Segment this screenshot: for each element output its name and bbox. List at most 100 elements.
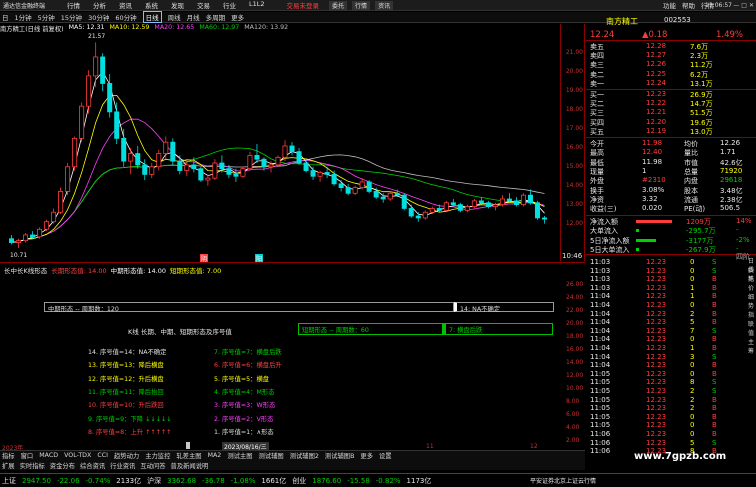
period-tab-2[interactable]: 5分钟 [38, 12, 55, 22]
indicator-tab-7[interactable]: 轧差主图 [176, 451, 201, 460]
period-tab-10[interactable]: 更多 [231, 12, 244, 22]
indicator-tab-13[interactable]: 更多 [360, 451, 373, 460]
sub-axis-tick: 6.00 [566, 411, 580, 418]
period-tab-6[interactable]: 日线 [142, 11, 162, 23]
right-tab-3[interactable]: 价 [748, 283, 756, 292]
extension-tab-3[interactable]: 综合资讯 [80, 461, 105, 470]
cell: 12.26 [646, 60, 667, 69]
quick-button-0[interactable]: 委托 [329, 0, 348, 10]
cell: B [712, 283, 717, 292]
cell: 0 [690, 412, 695, 421]
sell-level: 卖四 12.27 2.3万 [586, 51, 756, 60]
period-tab-4[interactable]: 30分钟 [88, 12, 109, 22]
indicator-tab-14[interactable]: 设置 [379, 451, 392, 460]
right-tab-7[interactable]: 联 [748, 319, 756, 328]
sequence-item: 2. 序号值=2：V形态 [214, 415, 274, 423]
indicator-tab-9[interactable]: 测试主图 [227, 451, 252, 460]
price-tick: 12.00 [565, 219, 583, 227]
cell: S [712, 378, 717, 387]
quote-row: 换手 3.08% 股本 3.48亿 [586, 186, 756, 195]
candle-body [324, 172, 330, 175]
right-tab-9[interactable]: 主 [748, 337, 756, 346]
cell: 12.23 [646, 378, 667, 387]
right-tab-4[interactable]: 细 [748, 292, 756, 301]
sell-level: 卖三 12.26 11.2万 [586, 60, 756, 69]
extension-tab-4[interactable]: 行业资讯 [110, 461, 135, 470]
indicator-tab-3[interactable]: VOL-TDX [64, 452, 91, 459]
menu-item-2[interactable]: 资讯 [119, 0, 132, 10]
right-tab-8[interactable]: 值 [748, 328, 756, 337]
sub-axis-tick: 12.00 [566, 372, 584, 379]
quick-button-2[interactable]: 资讯 [375, 0, 394, 10]
menu-item-0[interactable]: 行情 [67, 0, 80, 10]
menu-item-6[interactable]: 行业 [223, 0, 236, 10]
indicator-tab-5[interactable]: 趋势动力 [114, 451, 139, 460]
menu-item-7[interactable]: L1L2 [249, 0, 265, 10]
indicator-tab-1[interactable]: 窗口 [21, 451, 34, 460]
extension-tab-6[interactable]: 普及新闻说明 [171, 461, 209, 470]
right-menu-1[interactable]: 帮助 [682, 0, 695, 10]
maximize-icon[interactable]: □ [741, 2, 747, 9]
cell: 2 [690, 387, 695, 395]
cell: 12.23 [646, 369, 667, 378]
kline-chart[interactable] [0, 24, 585, 261]
right-tab-10[interactable]: 筹 [748, 346, 756, 355]
menu-item-3[interactable]: 系统 [145, 0, 158, 10]
extension-tab-0[interactable]: 扩展 [2, 461, 15, 470]
period-tab-9[interactable]: 多周期 [206, 12, 226, 22]
period-tab-5[interactable]: 60分钟 [115, 12, 136, 22]
period-tab-7[interactable]: 周线 [168, 12, 181, 22]
cell: 11:03 [590, 258, 611, 266]
period-tab-0[interactable]: 日 [2, 12, 9, 22]
trade-login-alert[interactable]: 交易未登录 [287, 0, 320, 10]
menu-item-5[interactable]: 交易 [197, 0, 210, 10]
divider [586, 215, 756, 216]
indicator-tab-11[interactable]: 测试辅图2 [290, 451, 319, 460]
indicator-tab-6[interactable]: 主力监控 [145, 451, 170, 460]
buy-level: 买三 12.21 51.5万 [586, 108, 756, 117]
indicator-tab-12[interactable]: 测试辅图B [325, 451, 355, 460]
sub-axis-tick: 20.00 [566, 320, 584, 327]
buy-level: 买四 12.20 19.6万 [586, 118, 756, 127]
sub-axis-tick: 4.00 [566, 424, 580, 431]
right-menu-0[interactable]: 功能 [663, 0, 676, 10]
candle-body [16, 240, 22, 243]
close-icon[interactable]: ✕ [749, 2, 754, 9]
title-bar: 通达信金融终端 行情 分析 资讯 系统 发现 交易 行业 L1L2 交易未登录 委托 行情 资讯 … [0, 0, 756, 11]
indicator-tab-4[interactable]: CCI [97, 452, 108, 459]
candle-body [534, 202, 540, 219]
sub-axis-tick: 8.00 [566, 398, 580, 405]
period-tab-1[interactable]: 1分钟 [15, 12, 32, 22]
right-tab-5[interactable]: 势 [748, 301, 756, 310]
cell: 11:05 [590, 395, 611, 404]
extension-tab-5[interactable]: 互动问答 [140, 461, 165, 470]
indicator-tab-2[interactable]: MACD [39, 452, 58, 459]
extension-tab-2[interactable]: 资金分布 [50, 461, 75, 470]
cell: B [712, 344, 717, 352]
sub-title: 长中长K线形态 [4, 267, 48, 275]
right-tab-0[interactable]: 日线 [748, 256, 756, 274]
indicator-tab-0[interactable]: 指标 [2, 451, 15, 460]
quote-row: 最低 11.98 市值 42.6亿 [586, 158, 756, 167]
sequence-item: 13. 序号值=13：降后横盘 [88, 362, 164, 370]
period-tab-3[interactable]: 15分钟 [61, 12, 82, 22]
right-tab-1[interactable]: 委托 [748, 265, 756, 283]
cell: 1 [690, 292, 695, 301]
menu-item-4[interactable]: 发现 [171, 0, 184, 10]
window-controls: — □ ✕ [733, 2, 754, 9]
right-tab-6[interactable]: 指 [748, 310, 756, 319]
buy-level: 买五 12.19 13.0万 [586, 127, 756, 136]
right-tab-2[interactable]: 笔 [748, 274, 756, 283]
indicator-tab-8[interactable]: MA2 [208, 452, 222, 459]
candle-body [373, 190, 379, 198]
menu-item-1[interactable]: 分析 [93, 0, 106, 10]
candle-body [121, 137, 127, 162]
candle-body [506, 198, 512, 202]
indicator-tab-10[interactable]: 测试辅图 [259, 451, 284, 460]
period-tab-8[interactable]: 月线 [187, 12, 200, 22]
quick-button-1[interactable]: 行情 [352, 0, 371, 10]
extension-tab-1[interactable]: 实时指标 [20, 461, 45, 470]
minimize-icon[interactable]: — [733, 2, 739, 9]
cell: 29618 [720, 176, 743, 185]
cell: 3 [690, 352, 695, 361]
